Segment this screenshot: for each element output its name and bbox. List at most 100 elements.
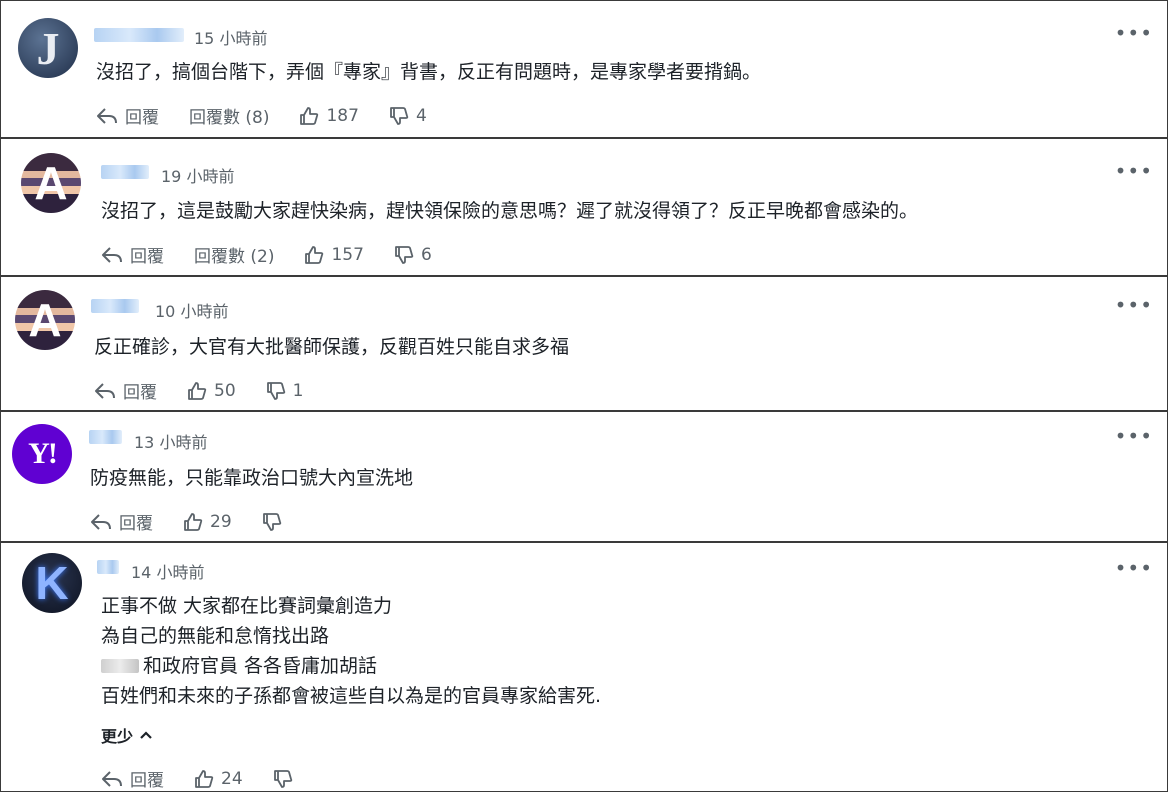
redacted-username[interactable]	[89, 430, 122, 444]
like-button[interactable]: 187	[299, 105, 359, 126]
thumbs-down-icon	[262, 512, 281, 531]
like-button[interactable]: 157	[304, 244, 364, 265]
avatar[interactable]: Y!	[12, 424, 72, 484]
reply-button[interactable]: 回覆	[101, 766, 164, 791]
comment-time: 10 小時前	[155, 302, 229, 321]
comment-time: 13 小時前	[134, 433, 208, 452]
comment-line: 正事不做 大家都在比賽詞彙創造力	[101, 595, 393, 617]
comment-time: 19 小時前	[161, 167, 235, 186]
thumbs-down-icon	[390, 106, 409, 125]
more-options-icon[interactable]: •••	[1115, 21, 1153, 45]
like-button[interactable]: 50	[187, 381, 236, 401]
dislike-button[interactable]	[262, 512, 289, 532]
dislike-button[interactable]: 6	[394, 245, 432, 265]
reply-count-button[interactable]: 回覆數 (8)	[189, 103, 269, 128]
more-options-icon[interactable]: •••	[1115, 159, 1153, 183]
avatar-letter: K	[35, 557, 69, 609]
comment-text: 正事不做 大家都在比賽詞彙創造力 為自己的無能和怠惰找出路 和政府官員 各各昏庸…	[101, 591, 601, 711]
reply-button[interactable]: 回覆	[90, 509, 153, 534]
avatar-letter: J	[36, 22, 60, 74]
avatar[interactable]: J	[18, 18, 78, 78]
reply-button[interactable]: 回覆	[94, 378, 157, 403]
dislike-count: 4	[415, 105, 427, 126]
reply-icon	[102, 770, 122, 787]
chevron-up-icon	[140, 731, 152, 739]
reply-icon	[95, 382, 115, 399]
thumbs-up-icon	[184, 512, 203, 531]
reply-label: 回覆	[119, 514, 153, 534]
comment-line: 百姓們和未來的子孫都會被這些自以為是的官員專家給害死.	[101, 685, 602, 707]
comment-card: J 15 小時前 ••• 沒招了，搞個台階下，弄個『專家』背書，反正有問題時，是…	[0, 0, 1168, 138]
more-options-icon[interactable]: •••	[1115, 424, 1153, 448]
dislike-button[interactable]: 4	[389, 106, 427, 126]
thumbs-down-icon	[273, 769, 292, 788]
like-button[interactable]: 29	[183, 512, 232, 532]
thumbs-up-icon	[188, 381, 207, 400]
like-button[interactable]: 24	[194, 769, 243, 789]
comment-line: 沒招了，這是鼓勵大家趕快染病，趕快領保險的意思嗎？遲了就沒得領了？反正早晚都會感…	[101, 200, 919, 222]
reply-label: 回覆	[130, 771, 164, 791]
reply-icon	[97, 107, 117, 124]
more-options-icon[interactable]: •••	[1115, 293, 1153, 317]
reply-label: 回覆	[125, 108, 159, 128]
thumbs-down-icon	[266, 381, 285, 400]
comment-card: A 10 小時前 ••• 反正確診，大官有大批醫師保護，反觀百姓只能自求多福 回…	[0, 276, 1168, 411]
avatar-letter: A	[34, 157, 68, 209]
dislike-button[interactable]: 1	[266, 380, 304, 401]
show-less-button[interactable]: 更少	[101, 723, 153, 747]
thumbs-up-icon	[300, 106, 319, 125]
more-options-icon[interactable]: •••	[1115, 556, 1153, 580]
comment-line-text: 和政府官員 各各昏庸加胡話	[143, 655, 378, 677]
dislike-count: 6	[420, 244, 432, 265]
avatar[interactable]: K	[22, 553, 82, 613]
reply-label: 回覆	[123, 383, 157, 403]
comment-text: 沒招了，搞個台階下，弄個『專家』背書，反正有問題時，是專家學者要揹鍋。	[96, 57, 761, 87]
redacted-text	[101, 659, 139, 673]
reply-icon	[91, 513, 111, 530]
thumbs-up-icon	[305, 245, 324, 264]
comment-line: 反正確診，大官有大批醫師保護，反觀百姓只能自求多福	[94, 336, 570, 358]
dislike-button[interactable]	[273, 769, 300, 789]
like-count: 157	[331, 244, 364, 265]
like-count: 29	[210, 511, 232, 532]
comment-card: A 19 小時前 ••• 沒招了，這是鼓勵大家趕快染病，趕快領保險的意思嗎？遲了…	[0, 138, 1168, 276]
comment-actions: 回覆 24	[101, 766, 330, 791]
comment-text: 反正確診，大官有大批醫師保護，反觀百姓只能自求多福	[94, 332, 569, 362]
comment-text: 沒招了，這是鼓勵大家趕快染病，趕快領保險的意思嗎？遲了就沒得領了？反正早晚都會感…	[101, 196, 918, 226]
avatar[interactable]: A	[15, 290, 75, 350]
comment-card: Y! 13 小時前 ••• 防疫無能，只能靠政治口號大內宣洗地 回覆 29	[0, 411, 1168, 542]
thumbs-up-icon	[195, 769, 214, 788]
comment-line: 沒招了，搞個台階下，弄個『專家』背書，反正有問題時，是專家學者要揹鍋。	[96, 61, 762, 83]
reply-button[interactable]: 回覆	[101, 242, 164, 267]
comment-feed: J 15 小時前 ••• 沒招了，搞個台階下，弄個『專家』背書，反正有問題時，是…	[0, 0, 1170, 792]
comment-text: 防疫無能，只能靠政治口號大內宣洗地	[90, 463, 413, 493]
reply-icon	[102, 246, 122, 263]
reply-button[interactable]: 回覆	[96, 103, 159, 128]
avatar-letter: A	[28, 294, 62, 346]
avatar[interactable]: A	[21, 153, 81, 213]
comment-card: K 14 小時前 ••• 正事不做 大家都在比賽詞彙創造力 為自己的無能和怠惰找…	[0, 542, 1168, 792]
redacted-username[interactable]	[101, 165, 149, 179]
redacted-username[interactable]	[91, 299, 139, 313]
reply-label: 回覆	[130, 247, 164, 267]
comment-line: 為自己的無能和怠惰找出路	[101, 625, 330, 647]
comment-actions: 回覆 回覆數 (8) 187 4	[96, 103, 457, 128]
comment-time: 15 小時前	[194, 29, 268, 48]
avatar-letter: Y!	[28, 437, 58, 470]
reply-count-label: 回覆數 (8)	[189, 108, 270, 128]
comment-actions: 回覆 29	[90, 509, 319, 534]
redacted-username[interactable]	[97, 560, 119, 574]
comment-time: 14 小時前	[131, 563, 205, 582]
like-count: 24	[221, 768, 243, 789]
comment-actions: 回覆 50 1	[94, 378, 333, 403]
comment-actions: 回覆 回覆數 (2) 157 6	[101, 242, 462, 267]
thumbs-down-icon	[395, 245, 414, 264]
show-less-label: 更少	[101, 727, 134, 746]
reply-count-button[interactable]: 回覆數 (2)	[194, 242, 274, 267]
redacted-username[interactable]	[94, 28, 184, 42]
comment-line: 防疫無能，只能靠政治口號大內宣洗地	[90, 467, 414, 489]
comment-line: 和政府官員 各各昏庸加胡話	[101, 651, 601, 681]
like-count: 187	[326, 105, 359, 126]
dislike-count: 1	[292, 380, 304, 401]
reply-count-label: 回覆數 (2)	[194, 247, 275, 267]
